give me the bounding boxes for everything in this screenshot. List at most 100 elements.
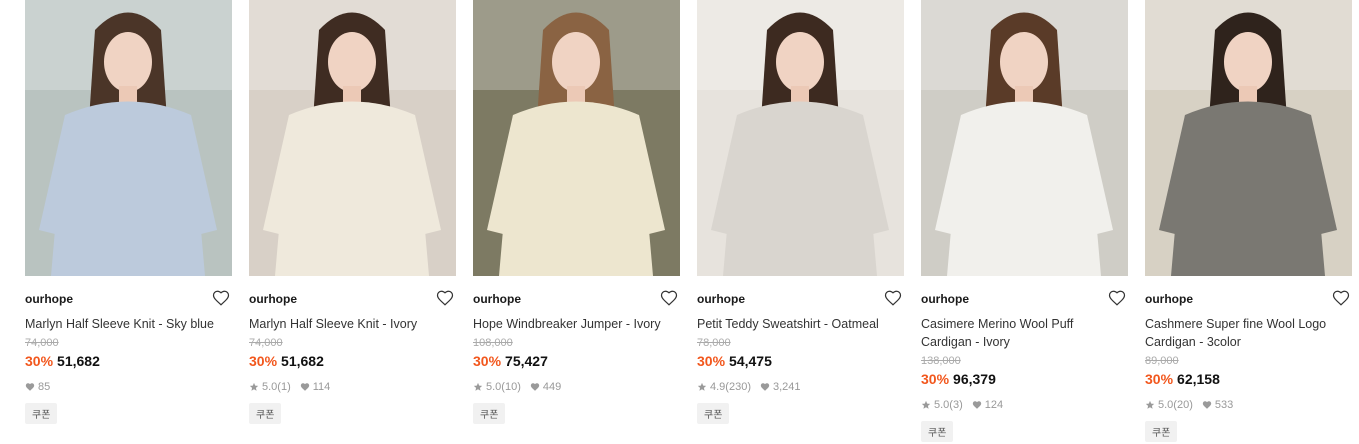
product-title[interactable]: Petit Teddy Sweatshirt - Oatmeal xyxy=(697,315,897,333)
product-card[interactable]: ourhope Hope Windbreaker Jumper - Ivory … xyxy=(473,0,680,424)
product-card[interactable]: ourhope Petit Teddy Sweatshirt - Oatmeal… xyxy=(697,0,904,424)
likes-count: 3,241 xyxy=(772,381,801,393)
sale-price: 54,475 xyxy=(729,353,772,369)
coupon-badge[interactable]: 쿠폰 xyxy=(697,403,730,424)
likes-count: 533 xyxy=(1214,399,1234,411)
price-row: 30% 51,682 xyxy=(249,351,456,371)
sale-price: 62,158 xyxy=(1177,371,1220,387)
product-stats: 85 xyxy=(25,379,232,395)
product-stats: 5.0 (1) 114 xyxy=(249,379,456,395)
review-count: (10) xyxy=(501,381,521,393)
price-row: 30% 62,158 xyxy=(1145,369,1352,389)
sale-price: 51,682 xyxy=(57,353,100,369)
product-card[interactable]: ourhope Cashmere Super fine Wool Logo Ca… xyxy=(1145,0,1352,442)
coupon-badge[interactable]: 쿠폰 xyxy=(473,403,506,424)
product-image[interactable] xyxy=(25,0,232,276)
star-icon xyxy=(921,400,931,410)
review-count: (3) xyxy=(949,399,963,411)
original-price: 74,000 xyxy=(25,337,59,349)
coupon-badge[interactable]: 쿠폰 xyxy=(921,421,954,442)
heart-filled-icon xyxy=(972,400,982,410)
likes: 114 xyxy=(300,381,330,393)
review-count: (20) xyxy=(1173,399,1193,411)
product-image[interactable] xyxy=(1145,0,1352,276)
likes-count: 449 xyxy=(542,381,562,393)
discount-rate: 30% xyxy=(697,353,726,369)
product-stats: 4.9 (230) 3,241 xyxy=(697,379,904,395)
product-title[interactable]: Marlyn Half Sleeve Knit - Ivory xyxy=(249,315,449,333)
discount-rate: 30% xyxy=(249,353,278,369)
heart-outline-icon[interactable] xyxy=(660,289,678,307)
heart-filled-icon xyxy=(1202,400,1212,410)
price-row: 30% 51,682 xyxy=(25,351,232,371)
discount-rate: 30% xyxy=(25,353,54,369)
likes: 3,241 xyxy=(760,381,801,393)
product-title[interactable]: Hope Windbreaker Jumper - Ivory xyxy=(473,315,673,333)
coupon-badge[interactable]: 쿠폰 xyxy=(1145,421,1178,442)
product-image[interactable] xyxy=(473,0,680,276)
product-title[interactable]: Marlyn Half Sleeve Knit - Sky blue xyxy=(25,315,225,333)
likes-count: 85 xyxy=(38,381,51,393)
brand-name[interactable]: ourhope xyxy=(249,292,297,306)
likes: 449 xyxy=(530,381,561,393)
star-icon xyxy=(249,382,259,392)
rating: 5.0 (1) xyxy=(249,381,291,393)
rating-value: 5.0 xyxy=(262,381,278,393)
product-card[interactable]: ourhope Marlyn Half Sleeve Knit - Ivory … xyxy=(249,0,456,424)
rating-value: 5.0 xyxy=(934,399,950,411)
original-price: 89,000 xyxy=(1145,355,1179,367)
product-image[interactable] xyxy=(921,0,1128,276)
price-row: 30% 75,427 xyxy=(473,351,680,371)
heart-outline-icon[interactable] xyxy=(1332,289,1350,307)
product-image[interactable] xyxy=(249,0,456,276)
discount-rate: 30% xyxy=(921,371,950,387)
original-price: 138,000 xyxy=(921,355,961,367)
product-title[interactable]: Cashmere Super fine Wool Logo Cardigan -… xyxy=(1145,315,1345,351)
rating: 5.0 (3) xyxy=(921,399,963,411)
review-count: (1) xyxy=(277,381,291,393)
coupon-badge[interactable]: 쿠폰 xyxy=(249,403,282,424)
product-card[interactable]: ourhope Casimere Merino Wool Puff Cardig… xyxy=(921,0,1128,442)
discount-rate: 30% xyxy=(473,353,502,369)
rating-value: 5.0 xyxy=(486,381,502,393)
rating-value: 5.0 xyxy=(1158,399,1174,411)
coupon-badge[interactable]: 쿠폰 xyxy=(25,403,58,424)
original-price: 74,000 xyxy=(249,337,283,349)
star-icon xyxy=(697,382,707,392)
product-title[interactable]: Casimere Merino Wool Puff Cardigan - Ivo… xyxy=(921,315,1121,351)
product-stats: 5.0 (3) 124 xyxy=(921,397,1128,413)
price-row: 30% 96,379 xyxy=(921,369,1128,389)
brand-name[interactable]: ourhope xyxy=(1145,292,1193,306)
star-icon xyxy=(1145,400,1155,410)
rating: 5.0 (20) xyxy=(1145,399,1193,411)
sale-price: 75,427 xyxy=(505,353,548,369)
likes: 124 xyxy=(972,399,1003,411)
heart-outline-icon[interactable] xyxy=(884,289,902,307)
price-row: 30% 54,475 xyxy=(697,351,904,371)
heart-outline-icon[interactable] xyxy=(436,289,454,307)
heart-outline-icon[interactable] xyxy=(1108,289,1126,307)
product-stats: 5.0 (20) 533 xyxy=(1145,397,1352,413)
heart-outline-icon[interactable] xyxy=(212,289,230,307)
brand-name[interactable]: ourhope xyxy=(921,292,969,306)
heart-filled-icon xyxy=(300,382,310,392)
likes: 85 xyxy=(25,381,50,393)
sale-price: 96,379 xyxy=(953,371,996,387)
likes: 533 xyxy=(1202,399,1233,411)
brand-name[interactable]: ourhope xyxy=(25,292,73,306)
heart-filled-icon xyxy=(760,382,770,392)
original-price: 108,000 xyxy=(473,337,513,349)
heart-filled-icon xyxy=(25,382,35,392)
product-grid: ourhope Marlyn Half Sleeve Knit - Sky bl… xyxy=(0,0,1359,444)
brand-name[interactable]: ourhope xyxy=(697,292,745,306)
rating-value: 4.9 xyxy=(710,381,726,393)
star-icon xyxy=(473,382,483,392)
review-count: (230) xyxy=(725,381,751,393)
rating: 5.0 (10) xyxy=(473,381,521,393)
rating: 4.9 (230) xyxy=(697,381,751,393)
product-card[interactable]: ourhope Marlyn Half Sleeve Knit - Sky bl… xyxy=(25,0,232,424)
sale-price: 51,682 xyxy=(281,353,324,369)
product-image[interactable] xyxy=(697,0,904,276)
original-price: 78,000 xyxy=(697,337,731,349)
brand-name[interactable]: ourhope xyxy=(473,292,521,306)
